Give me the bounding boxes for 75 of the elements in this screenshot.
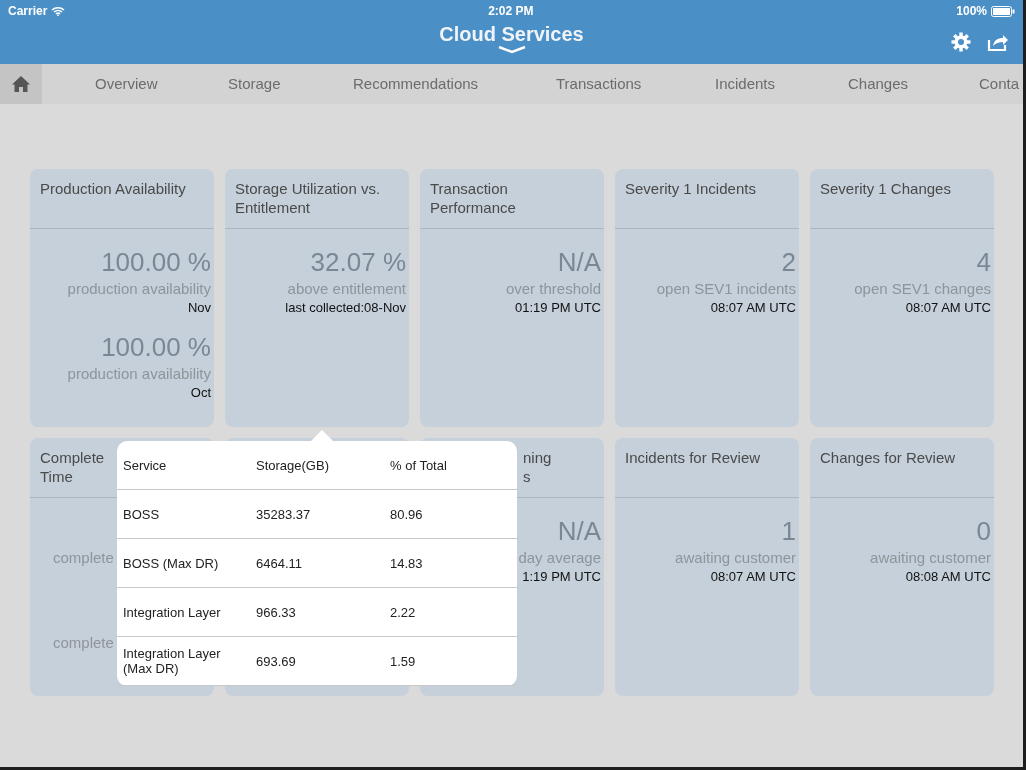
table-cell-text: Integration Layer (Max DR) bbox=[123, 646, 222, 676]
metric-date: Oct bbox=[190, 384, 211, 402]
metric-value: N/A bbox=[557, 515, 601, 548]
metric-value: 0 bbox=[976, 515, 991, 548]
wifi-icon bbox=[51, 6, 66, 16]
metric-date: 08:07 AM UTC bbox=[710, 299, 796, 317]
metric-date: 01:19 PM UTC bbox=[515, 299, 601, 317]
metric-value: 100.00 % bbox=[101, 246, 211, 279]
battery-icon bbox=[991, 5, 1015, 17]
tile-title: Complete bbox=[40, 448, 105, 467]
table-cell-text: 6464.11 bbox=[256, 555, 304, 571]
metric-label: awaiting customer bbox=[870, 548, 991, 568]
metric-label: open SEV1 incidents bbox=[656, 279, 796, 299]
share-icon[interactable] bbox=[987, 32, 1009, 52]
tile-title: Severity 1 Changes bbox=[820, 179, 951, 198]
table-cell-text: 35283.37 bbox=[256, 506, 312, 522]
settings-icon[interactable] bbox=[951, 32, 971, 52]
metric-label: production availability bbox=[67, 279, 211, 299]
table-cell-text: BOSS (Max DR) bbox=[123, 555, 220, 571]
tile-title: Production Availability bbox=[40, 179, 186, 198]
tile-title: Transaction bbox=[430, 179, 508, 198]
carrier-name: Carrier bbox=[8, 3, 48, 20]
column-header: Storage(GB) bbox=[256, 457, 330, 473]
tile-title: Incidents for Review bbox=[625, 448, 761, 467]
column-header: Service bbox=[123, 457, 168, 473]
metric-date: 08:07 AM UTC bbox=[710, 568, 796, 586]
metric-date: 1:19 PM UTC bbox=[522, 568, 601, 586]
nav-tab[interactable]: Changes bbox=[848, 72, 909, 96]
table-cell-text: BOSS bbox=[123, 506, 161, 522]
tile-title: s bbox=[523, 467, 531, 486]
metric-date: 08:08 AM UTC bbox=[905, 568, 991, 586]
tile-title: Storage Utilization vs. bbox=[235, 179, 381, 198]
table-cell-text: 1.59 bbox=[390, 653, 417, 669]
nav-tab[interactable]: Storage bbox=[228, 72, 281, 96]
table-cell-text: 966.33 bbox=[256, 604, 297, 620]
metric-date: 08:07 AM UTC bbox=[905, 299, 991, 317]
nav-tab[interactable]: Conta bbox=[979, 72, 1020, 96]
tile-title: Entitlement bbox=[235, 198, 311, 217]
table-cell-text: 14.83 bbox=[390, 555, 424, 571]
metric-label: above entitlement bbox=[287, 279, 406, 299]
table-cell-text: Integration Layer bbox=[123, 604, 222, 620]
metric-label: awaiting customer bbox=[675, 548, 796, 568]
nav-tab[interactable]: Transactions bbox=[556, 72, 642, 96]
nav-tab[interactable]: Overview bbox=[95, 72, 158, 96]
tile-title: Severity 1 Incidents bbox=[625, 179, 756, 198]
metric-value: 1 bbox=[781, 515, 796, 548]
metric-label: day average bbox=[518, 548, 601, 568]
table-cell-text: 693.69 bbox=[256, 653, 297, 669]
metric-value: 32.07 % bbox=[310, 246, 406, 279]
metric-value: 100.00 % bbox=[101, 331, 211, 364]
metric-value: 2 bbox=[781, 246, 796, 279]
table-cell-text: 2.22 bbox=[390, 604, 417, 620]
metric-date: Nov bbox=[187, 299, 211, 317]
battery-percent: 100% bbox=[956, 3, 987, 20]
tile-title: Time bbox=[40, 467, 73, 486]
app-title: Cloud Services bbox=[439, 22, 584, 46]
tile-title: Performance bbox=[430, 198, 516, 217]
metric-value: N/A bbox=[557, 246, 601, 279]
chevron-down-icon[interactable] bbox=[497, 46, 526, 54]
metric-label: open SEV1 changes bbox=[854, 279, 991, 299]
clock-time: 2:02 PM bbox=[488, 3, 534, 20]
metric-label: over threshold bbox=[505, 279, 601, 299]
home-button[interactable] bbox=[0, 64, 42, 104]
metric-label: complete bbox=[53, 548, 114, 568]
metric-label: complete bbox=[53, 633, 114, 653]
metric-date: last collected:08-Nov bbox=[285, 299, 406, 317]
tile-title: Changes for Review bbox=[820, 448, 956, 467]
tile-title: ning bbox=[523, 448, 552, 467]
nav-tab[interactable]: Incidents bbox=[715, 72, 776, 96]
nav-tab[interactable]: Recommendations bbox=[353, 72, 479, 96]
home-icon bbox=[11, 75, 31, 93]
table-cell-text: 80.96 bbox=[390, 506, 424, 522]
metric-label: production availability bbox=[67, 364, 211, 384]
column-header: % of Total bbox=[390, 457, 448, 473]
metric-value: 4 bbox=[976, 246, 991, 279]
